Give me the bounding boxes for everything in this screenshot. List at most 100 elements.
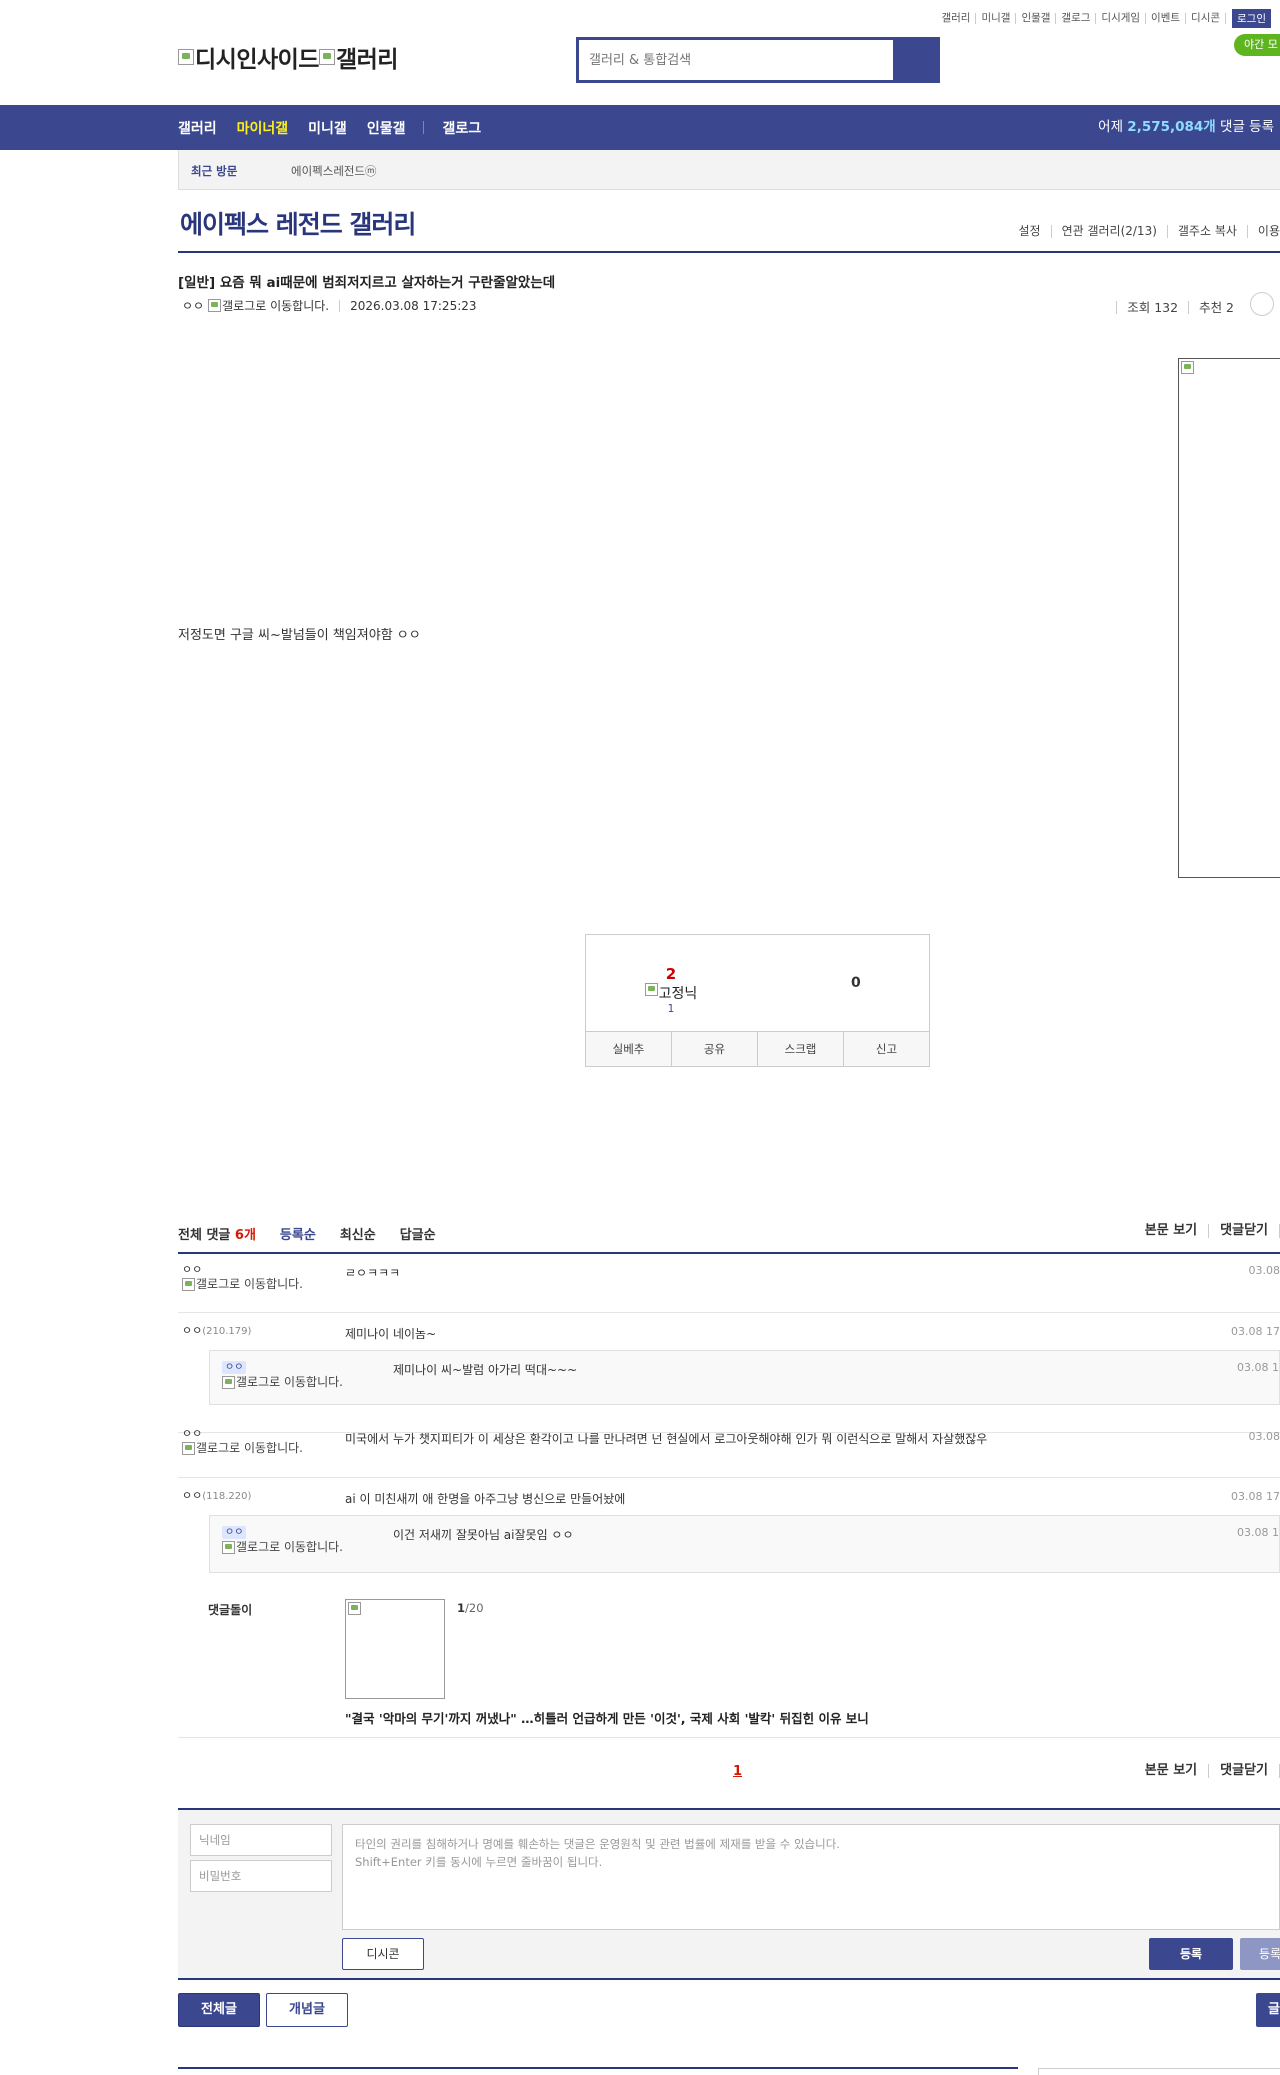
comment-date: 03.08 <box>1248 1264 1280 1277</box>
post-title: [일반] 요즘 뭐 ai때문에 범죄저지르고 살자하는거 구란줄알았는데 <box>178 275 556 291</box>
night-mode-toggle[interactable]: 야간 모 <box>1234 34 1280 56</box>
gallery-settings-link[interactable]: 설정 <box>1008 225 1052 238</box>
comment-bot-image[interactable] <box>345 1599 445 1699</box>
search-button[interactable] <box>893 40 937 80</box>
more-icon[interactable] <box>1250 292 1274 316</box>
write-button[interactable]: 글 <box>1256 1993 1280 2027</box>
nav-divider <box>423 121 425 134</box>
close-comments-link[interactable]: 댓글닫기 <box>1209 1764 1280 1778</box>
broken-image-icon <box>348 1602 361 1615</box>
reply-author[interactable]: ㅇㅇ 갤로그로 이동합니다. <box>222 1360 372 1389</box>
report-button[interactable]: 신고 <box>844 1032 929 1066</box>
reply-nick: ㅇㅇ <box>222 1526 247 1539</box>
recent-visit-item[interactable]: 에이펙스레전드ⓜ <box>291 163 377 179</box>
close-comments-link[interactable]: 댓글닫기 <box>1209 1224 1280 1238</box>
comment-nick: ㅇㅇ <box>182 1427 203 1440</box>
comment-textarea[interactable]: 타인의 권리를 침해하거나 명예를 훼손하는 댓글은 운영원칙 및 관련 법률에… <box>342 1824 1280 1930</box>
util-link-persongall[interactable]: 인물갤 <box>1016 12 1057 24</box>
view-body-link[interactable]: 본문 보기 <box>1134 1764 1210 1778</box>
related-gallery-link[interactable]: 연관 갤러리(2/13) <box>1052 225 1168 238</box>
gallog-alt: 갤로그로 이동합니다. <box>236 1375 343 1389</box>
login-button[interactable]: 로그인 <box>1232 8 1271 28</box>
util-bar: 갤러리 미니갤 인물갤 갤로그 디시게임 이벤트 디시콘 로그인 <box>936 8 1280 28</box>
util-link-event[interactable]: 이벤트 <box>1146 12 1187 24</box>
scrap-button[interactable]: 스크랩 <box>758 1032 844 1066</box>
sort-replies[interactable]: 답글순 <box>400 1224 436 1243</box>
comment-row: ㅇㅇ 갤로그로 이동합니다. 미국에서 누가 챗지피티가 이 세상은 환각이고 나… <box>178 1418 1280 1478</box>
gallog-link[interactable]: 갤로그로 이동합니다. <box>222 1376 372 1389</box>
reply-author[interactable]: ㅇㅇ 갤로그로 이동합니다. <box>222 1525 372 1554</box>
recent-visit-label: 최근 방문 <box>191 164 238 178</box>
comment-bot-headline[interactable]: "결국 '악마의 무기'까지 꺼냈나" …히틀러 언급하게 만든 '이것', 국… <box>345 1708 869 1727</box>
count-prefix: 어제 <box>1098 119 1128 135</box>
sort-newest[interactable]: 최신순 <box>340 1224 376 1243</box>
gallog-link[interactable]: 갤로그로 이동합니다. <box>182 1442 312 1455</box>
comments-header: 전체 댓글 6개 등록순 최신순 답글순 본문 보기 댓글닫기 <box>178 1224 1280 1254</box>
comment-author[interactable]: ㅇㅇ(118.220) <box>182 1489 312 1503</box>
util-link-gallery[interactable]: 갤러리 <box>936 12 977 24</box>
upvote-area[interactable]: 2 고정닉 1 <box>626 965 716 1015</box>
comment-row: ㅇㅇ 갤로그로 이동합니다. ㄹㅇㅋㅋㅋ 03.08 <box>178 1254 1280 1313</box>
downvote-count[interactable]: 0 <box>851 975 861 991</box>
usage-link[interactable]: 이용 <box>1248 225 1280 238</box>
broken-image-icon <box>178 49 194 65</box>
dccon-button[interactable]: 디시콘 <box>342 1938 424 1970</box>
search-input[interactable] <box>579 40 893 80</box>
broken-image-icon <box>182 1442 195 1455</box>
count-suffix: 댓글 등록 <box>1215 119 1274 135</box>
view-body-link[interactable]: 본문 보기 <box>1134 1224 1210 1238</box>
reply-nick: ㅇㅇ <box>222 1361 247 1374</box>
comment-author[interactable]: ㅇㅇ 갤로그로 이동합니다. <box>182 1263 312 1291</box>
nav-mini-gallery[interactable]: 미니갤 <box>308 118 347 138</box>
comment-text: ㄹㅇㅋㅋㅋ <box>345 1266 401 1280</box>
util-link-gallog[interactable]: 갤로그 <box>1056 12 1097 24</box>
comment-author[interactable]: ㅇㅇ 갤로그로 이동합니다. <box>182 1427 312 1455</box>
nickname-field[interactable]: 닉네임 <box>190 1824 332 1856</box>
gallog-link[interactable]: 갤로그로 이동합니다. <box>222 1541 372 1554</box>
sort-registered[interactable]: 등록순 <box>280 1224 316 1243</box>
comment-bot-box: 댓글돌이 1/20 "결국 '악마의 무기'까지 꺼냈나" …히틀러 언급하게 … <box>178 1598 1280 1738</box>
upvote-count: 2 <box>665 965 677 983</box>
reply-text: 이건 저새끼 잘못아님 ai잘못임 ㅇㅇ <box>393 1528 574 1542</box>
logo-site-alt: 디시인사이드 <box>195 47 319 73</box>
site-logo[interactable]: 디시인사이드 갤러리 <box>178 40 398 74</box>
gallog-link[interactable]: 갤로그로 이동합니다. <box>222 297 329 314</box>
comment-total: 전체 댓글 6개 <box>178 1224 256 1243</box>
post-author[interactable]: ㅇㅇ <box>182 297 204 314</box>
gallery-title[interactable]: 에이펙스 레전드 갤러리 <box>180 205 416 241</box>
comment-bot-pager: 1/20 <box>457 1601 484 1615</box>
broken-image-icon <box>222 1376 235 1389</box>
comment-nick: ㅇㅇ <box>182 1324 203 1337</box>
nav-gallery[interactable]: 갤러리 <box>178 118 217 138</box>
all-posts-button[interactable]: 전체글 <box>178 1993 260 2027</box>
gallog-link[interactable]: 갤로그로 이동합니다. <box>182 1278 312 1291</box>
divider <box>178 2067 1018 2069</box>
upvote-label: 고정닉 <box>626 983 716 1003</box>
reply-date: 03.08 1 <box>1237 1361 1279 1374</box>
submit-recommend-button[interactable]: 등록 <box>1240 1938 1280 1970</box>
best-recommend-button[interactable]: 실베추 <box>586 1032 672 1066</box>
concept-posts-button[interactable]: 개념글 <box>266 1993 348 2027</box>
password-field[interactable]: 비밀번호 <box>190 1860 332 1892</box>
nav-minor-gallery[interactable]: 마이너갤 <box>237 118 289 138</box>
comment-nick: ㅇㅇ <box>182 1263 203 1276</box>
comment-total-count: 6개 <box>234 1228 256 1243</box>
broken-image-icon <box>644 983 658 996</box>
share-button[interactable]: 공유 <box>672 1032 758 1066</box>
comment-write-box: 닉네임 비밀번호 타인의 권리를 침해하거나 명예를 훼손하는 댓글은 운영원칙… <box>178 1808 1280 1980</box>
util-link-dcgame[interactable]: 디시게임 <box>1096 12 1147 24</box>
side-ad-frame[interactable] <box>1178 358 1280 878</box>
page-current[interactable]: 1 <box>733 1764 742 1779</box>
nav-person-gallery[interactable]: 인물갤 <box>367 118 406 138</box>
util-link-minigall[interactable]: 미니갤 <box>976 12 1017 24</box>
submit-button[interactable]: 등록 <box>1149 1938 1233 1970</box>
comment-nick: ㅇㅇ <box>182 1489 203 1502</box>
gallery-tools: 설정 연관 갤러리(2/13) 갤주소 복사 이용 <box>1008 225 1280 238</box>
upvote-fixed-label: 고정닉 <box>658 986 698 1002</box>
nav-gallog[interactable]: 갤로그 <box>442 118 481 138</box>
comment-author[interactable]: ㅇㅇ(210.179) <box>182 1324 312 1338</box>
comment-bot-label: 댓글돌이 <box>208 1603 253 1617</box>
post-body: 저정도면 구글 씨~발넘들이 책임져야함 ㅇㅇ <box>178 628 421 643</box>
copy-address-link[interactable]: 갤주소 복사 <box>1168 225 1248 238</box>
util-link-dccon[interactable]: 디시콘 <box>1186 12 1227 24</box>
